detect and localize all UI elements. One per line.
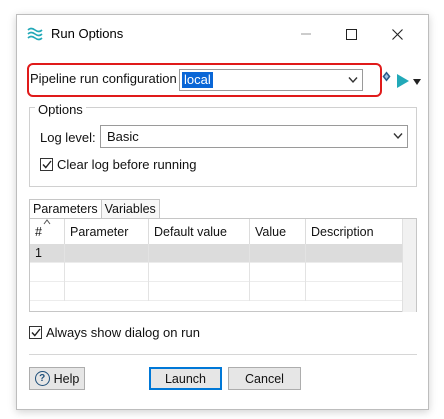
table-cell[interactable] (65, 263, 149, 282)
parameters-panel: # Parameter Default value Value Descript… (29, 218, 417, 312)
column-header-number[interactable]: # (30, 219, 65, 244)
column-header-default-value[interactable]: Default value (149, 219, 250, 244)
table-row[interactable] (30, 282, 402, 301)
table-row[interactable] (30, 263, 402, 282)
clear-log-option[interactable]: Clear log before running (40, 157, 196, 172)
always-show-option[interactable]: Always show dialog on run (29, 325, 200, 340)
log-level-value: Basic (107, 129, 139, 144)
clear-log-label: Clear log before running (57, 157, 197, 172)
close-button[interactable] (374, 21, 420, 47)
parameters-table: # Parameter Default value Value Descript… (30, 219, 402, 312)
help-button[interactable]: ? Help (29, 367, 85, 390)
table-cell[interactable] (250, 282, 306, 301)
table-cell (30, 282, 65, 301)
options-legend: Options (35, 102, 86, 117)
run-configuration-select[interactable]: local (179, 69, 363, 91)
table-header: # Parameter Default value Value Descript… (30, 219, 402, 244)
table-cell[interactable] (306, 263, 402, 282)
diamond-icon[interactable] (382, 71, 391, 82)
maximize-button[interactable] (328, 21, 374, 47)
table-cell[interactable] (65, 282, 149, 301)
table-cell (30, 263, 65, 282)
table-cell[interactable] (65, 244, 149, 263)
parameter-tabs: Parameters Variables (29, 199, 160, 219)
table-cell[interactable] (250, 263, 306, 282)
checkmark-icon (30, 328, 41, 337)
tab-variables[interactable]: Variables (101, 199, 160, 219)
table-scrollbar[interactable] (402, 219, 416, 312)
table-cell[interactable] (149, 263, 250, 282)
divider (29, 354, 417, 355)
table-row[interactable]: 1 (30, 244, 402, 263)
column-header-parameter[interactable]: Parameter (65, 219, 149, 244)
run-dropdown-icon[interactable] (413, 79, 421, 85)
checkmark-icon (41, 160, 52, 169)
title-bar: Run Options (17, 15, 428, 53)
table-cell[interactable] (149, 244, 250, 263)
table-cell[interactable] (306, 282, 402, 301)
run-options-dialog: Run Options Pipeline run configuration l… (16, 14, 429, 410)
always-show-checkbox[interactable] (29, 326, 42, 339)
column-header-label: # (35, 225, 42, 239)
table-cell[interactable] (149, 282, 250, 301)
run-configuration-label: Pipeline run configuration (30, 71, 177, 86)
cancel-button[interactable]: Cancel (228, 367, 301, 390)
run-icon[interactable] (396, 74, 410, 88)
column-header-value[interactable]: Value (250, 219, 306, 244)
minimize-button[interactable] (283, 21, 329, 47)
always-show-label: Always show dialog on run (46, 325, 200, 340)
table-cell[interactable] (306, 244, 402, 263)
help-icon: ? (34, 371, 50, 386)
run-configuration-row: Pipeline run configuration local (27, 63, 421, 97)
log-level-label: Log level: (40, 130, 96, 145)
waves-app-icon (27, 27, 43, 41)
chevron-down-icon (393, 133, 403, 140)
column-header-description[interactable]: Description (306, 219, 402, 244)
minimize-icon (301, 33, 311, 35)
table-cell[interactable] (250, 244, 306, 263)
close-icon (391, 28, 403, 40)
chevron-down-icon (348, 77, 358, 84)
help-button-label: Help (53, 371, 80, 386)
table-cell: 1 (30, 244, 65, 263)
clear-log-checkbox[interactable] (40, 158, 53, 171)
window-title: Run Options (51, 26, 124, 41)
tab-parameters[interactable]: Parameters (29, 199, 102, 219)
log-level-select[interactable]: Basic (100, 125, 408, 148)
maximize-icon (345, 28, 357, 40)
run-configuration-value: local (182, 72, 213, 88)
launch-button[interactable]: Launch (149, 367, 222, 390)
sort-ascending-icon (43, 219, 51, 225)
